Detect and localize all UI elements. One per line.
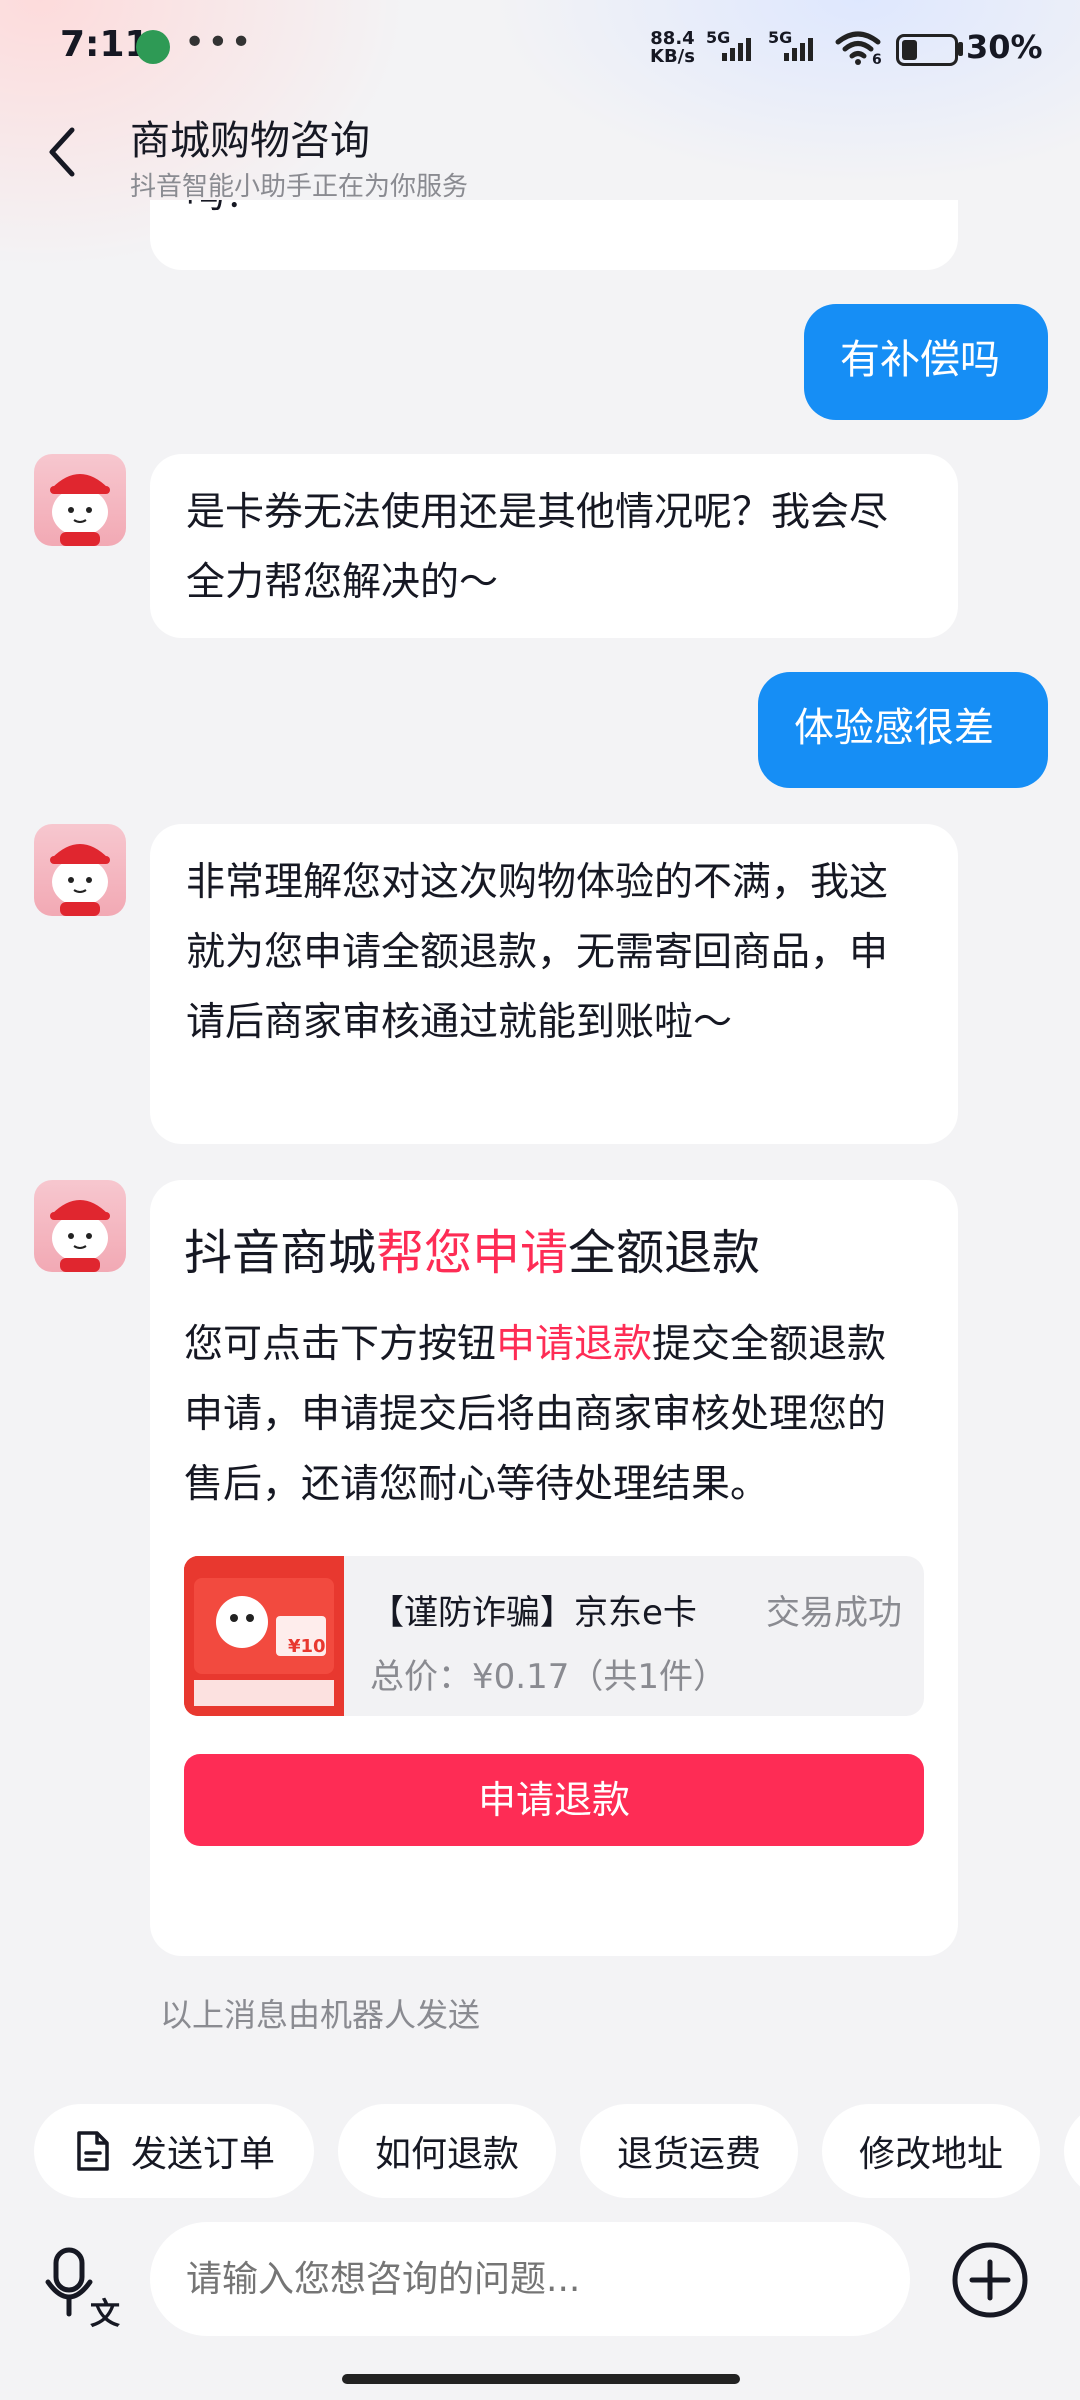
voice-input-button[interactable]: 文 <box>40 2242 130 2332</box>
svg-text:文: 文 <box>90 2297 120 2332</box>
user-message[interactable]: 体验感很差 <box>758 672 1048 788</box>
bot-message: 非常理解您对这次购物体验的不满，我这就为您申请全额退款，无需寄回商品，申请后商家… <box>150 824 958 1144</box>
apply-refund-button[interactable]: 申请退款 <box>184 1754 924 1846</box>
input-bar: 文 <box>0 2210 1080 2400</box>
bot-message-partial: 吗？ <box>150 200 958 270</box>
quick-reply-send-order[interactable]: 发送订单 <box>34 2104 314 2198</box>
quick-reply-more[interactable] <box>1064 2104 1080 2198</box>
mascot-avatar-icon <box>50 474 110 546</box>
home-indicator[interactable] <box>342 2374 740 2384</box>
bot-message: 是卡券无法使用还是其他情况呢？我会尽全力帮您解决的～ <box>150 454 958 638</box>
document-icon <box>77 2131 109 2171</box>
quick-reply-return-shipping[interactable]: 退货运费 <box>580 2104 798 2198</box>
card-title: 抖音商城帮您申请全额退款 <box>184 1225 761 1281</box>
mascot-avatar-icon <box>50 1200 110 1272</box>
bot-sent-note: 以上消息由机器人发送 <box>160 1996 481 2034</box>
more-options-button[interactable] <box>950 2240 1030 2320</box>
order-status: 交易成功 <box>766 1593 902 1633</box>
question-input[interactable] <box>150 2222 910 2336</box>
bot-avatar[interactable] <box>34 824 126 916</box>
card-body: 您可点击下方按钮申请退款提交全额退款申请，申请提交后将由商家审核处理您的售后，还… <box>184 1322 887 1507</box>
message-list[interactable]: 吗？ 有补偿吗 是卡券无法使用还是其他情况呢？我会尽全力帮您解决的～ 体验感很差 <box>0 0 1080 2400</box>
voice-translate-icon: 文 <box>45 2247 120 2332</box>
order-price: 总价：¥0.17（共1件） <box>370 1657 727 1697</box>
quick-reply-bar[interactable]: 发送订单 如何退款 退货运费 修改地址 <box>34 2104 1080 2200</box>
order-card[interactable]: ¥10 【谨防诈骗】京东e卡 交易成功 总价：¥0.17（共1件） <box>184 1556 924 1716</box>
bot-avatar[interactable] <box>34 454 126 546</box>
quick-reply-change-address[interactable]: 修改地址 <box>822 2104 1040 2198</box>
mascot-avatar-icon <box>50 844 110 916</box>
quick-reply-how-refund[interactable]: 如何退款 <box>338 2104 556 2198</box>
product-thumbnail: ¥10 <box>184 1556 344 1716</box>
order-product-name: 【谨防诈骗】京东e卡 <box>370 1593 697 1633</box>
bot-avatar[interactable] <box>34 1180 126 1272</box>
refund-card: 抖音商城帮您申请全额退款 您可点击下方按钮申请退款提交全额退款申请，申请提交后将… <box>150 1180 958 1956</box>
plus-circle-icon <box>952 2242 1028 2318</box>
user-message[interactable]: 有补偿吗 <box>804 304 1048 420</box>
